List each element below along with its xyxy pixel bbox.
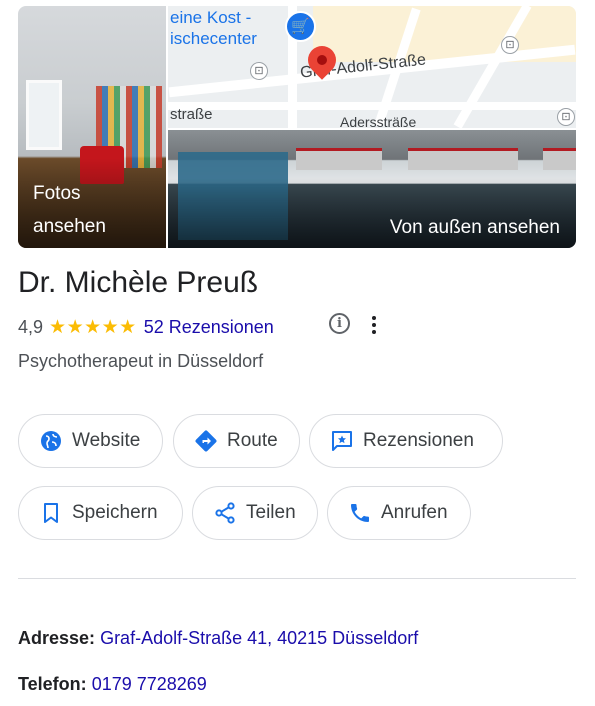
reviews-link[interactable]: 52 Rezensionen	[144, 317, 274, 338]
tram-icon: ⊡	[557, 108, 575, 126]
dot	[372, 330, 376, 334]
map-street-label-bottom: Aderssträße	[340, 114, 417, 128]
review-icon	[332, 431, 352, 451]
photo-window	[26, 80, 62, 150]
rating-stars-icon: ★★★★★	[49, 316, 137, 338]
save-button[interactable]: Speichern	[18, 486, 183, 540]
street-shop-sign	[296, 148, 382, 170]
share-label: Teilen	[246, 502, 296, 523]
tram-icon: ⊡	[501, 36, 519, 54]
call-label: Anrufen	[381, 502, 448, 523]
rating-value: 4,9	[18, 316, 44, 337]
globe-icon	[41, 431, 61, 451]
more-options-icon[interactable]	[366, 313, 382, 337]
phone-row: Telefon: 0179 7728269	[18, 674, 207, 695]
route-button[interactable]: Route	[173, 414, 300, 468]
directions-icon	[195, 430, 217, 452]
website-label: Website	[72, 430, 141, 451]
dot	[372, 323, 376, 327]
street-shop-sign	[543, 148, 576, 170]
route-label: Route	[227, 430, 278, 451]
save-label: Speichern	[72, 502, 158, 523]
map-shop-label-2: ischecenter	[170, 29, 257, 48]
shopping-cart-icon: 🛒	[285, 11, 316, 42]
bookmark-icon	[44, 503, 58, 523]
info-icon[interactable]: i	[329, 313, 350, 334]
share-button[interactable]: Teilen	[192, 486, 318, 540]
tram-icon: ⊡	[250, 62, 268, 80]
street-view-thumbnail[interactable]: Von außen ansehen	[168, 130, 576, 248]
business-category: Psychotherapeut in Düsseldorf	[18, 351, 264, 371]
media-gallery: Fotos ansehen eine Kost - ischecenter Gr…	[18, 6, 576, 248]
address-row: Adresse: Graf-Adolf-Straße 41, 40215 Düs…	[18, 628, 418, 649]
business-name: Dr. Michèle Preuß	[18, 266, 259, 299]
map-road	[168, 102, 576, 110]
street-view-label: Von außen ansehen	[389, 217, 560, 238]
website-button[interactable]: Website	[18, 414, 163, 468]
phone-label: Telefon:	[18, 674, 87, 694]
phone-icon	[351, 504, 369, 522]
address-label: Adresse:	[18, 628, 96, 648]
address-link[interactable]: Graf-Adolf-Straße 41, 40215 Düsseldorf	[100, 628, 418, 648]
reviews-button[interactable]: Rezensionen	[309, 414, 503, 468]
reviews-label: Rezensionen	[363, 430, 474, 451]
divider	[18, 578, 576, 579]
dot	[372, 316, 376, 320]
map-thumbnail[interactable]: eine Kost - ischecenter Graf-Adolf-Straß…	[168, 6, 576, 128]
rating-row: 4,9 ★★★★★ 52 Rezensionen	[18, 315, 274, 339]
map-street-label-left: straße	[170, 106, 213, 123]
call-button[interactable]: Anrufen	[327, 486, 471, 540]
photos-label: Fotos ansehen	[33, 183, 106, 237]
photos-thumbnail[interactable]: Fotos ansehen	[18, 6, 166, 248]
map-shop-label: eine Kost -	[170, 8, 252, 27]
phone-link[interactable]: 0179 7728269	[92, 674, 207, 694]
street-shop-sign	[408, 148, 518, 170]
share-icon	[215, 502, 235, 524]
